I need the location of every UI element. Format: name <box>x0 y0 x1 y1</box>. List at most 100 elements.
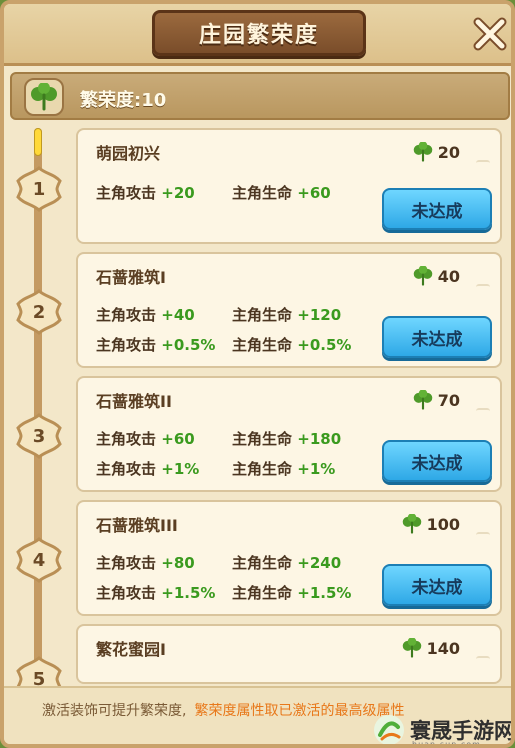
watermark: 寰晟手游网 huan-sun.com <box>372 708 511 748</box>
stat-value: +0.5% <box>161 336 216 354</box>
not-achieved-button[interactable]: 未达成 <box>382 316 492 358</box>
card-decoration <box>476 532 490 538</box>
tier-number: 3 <box>32 425 46 447</box>
not-achieved-button[interactable]: 未达成 <box>382 440 492 482</box>
close-icon <box>473 17 507 51</box>
tier-number: 2 <box>32 301 46 323</box>
hp-stat: 主角生命 +1% <box>232 458 335 479</box>
stat-value: +80 <box>161 554 195 572</box>
prosperity-header: 繁荣度:10 <box>10 72 510 120</box>
clover-badge <box>24 78 64 116</box>
stat-label: 主角生命 <box>232 554 293 572</box>
tier-card: 繁花蜜园I 140 <box>76 624 502 684</box>
tier-node: 4 <box>16 537 62 583</box>
progress-fill <box>34 128 42 156</box>
attack-stat: 主角攻击 +20 <box>96 182 195 203</box>
stat-label: 主角生命 <box>232 306 293 324</box>
tier-card: 石蔷雅筑III 100 主角攻击 +80 主角生命 +240 主角攻击 +1.5% 主角生… <box>76 500 502 616</box>
attack-stat: 主角攻击 +1.5% <box>96 582 215 603</box>
progress-track <box>34 128 42 688</box>
card-decoration <box>476 656 490 662</box>
stat-label: 主角生命 <box>232 584 293 602</box>
footer-hint: 激活装饰可提升繁荣度, 繁荣度属性取已激活的最高级属性 <box>42 700 404 720</box>
attack-stat: 主角攻击 +1% <box>96 458 199 479</box>
stat-value: +1.5% <box>161 584 216 602</box>
stat-label: 主角攻击 <box>96 460 157 478</box>
stat-value: +60 <box>161 430 195 448</box>
stat-value: +20 <box>161 184 195 202</box>
hp-stat: 主角生命 +180 <box>232 428 341 449</box>
tier-name: 石蔷雅筑II <box>96 392 172 411</box>
watermark-logo-icon <box>374 715 404 744</box>
stat-label: 主角攻击 <box>96 584 157 602</box>
close-button[interactable] <box>470 14 510 54</box>
tier-cost: 20 <box>412 142 460 162</box>
clover-icon <box>413 142 433 162</box>
stat-label: 主角生命 <box>232 430 293 448</box>
tier-node: 1 <box>16 166 62 212</box>
tier-cost-value: 20 <box>437 142 460 162</box>
stat-label: 主角攻击 <box>96 336 157 354</box>
not-achieved-button[interactable]: 未达成 <box>382 564 492 606</box>
footer-hint-text: 激活装饰可提升繁荣度, <box>42 703 187 719</box>
stat-label: 主角攻击 <box>96 430 157 448</box>
card-decoration <box>476 160 490 166</box>
tier-cost: 140 <box>401 638 460 658</box>
attack-stat: 主角攻击 +80 <box>96 552 195 573</box>
tier-name: 石蔷雅筑III <box>96 516 178 535</box>
hp-stat: 主角生命 +0.5% <box>232 334 351 355</box>
attack-stat: 主角攻击 +0.5% <box>96 334 215 355</box>
tier-cost-value: 100 <box>426 514 460 534</box>
stat-value: +60 <box>297 184 331 202</box>
prosperity-panel: 庄园繁荣度 繁荣度:10 1 萌园初兴 20 主角攻击 +20 主角生命 +60 未达成 2… <box>0 0 515 748</box>
stat-label: 主角攻击 <box>96 554 157 572</box>
tier-cost-value: 70 <box>437 390 460 410</box>
hp-stat: 主角生命 +240 <box>232 552 341 573</box>
stat-label: 主角生命 <box>232 336 293 354</box>
clover-icon <box>31 83 57 111</box>
not-achieved-button[interactable]: 未达成 <box>382 188 492 230</box>
tier-cost-value: 40 <box>437 266 460 286</box>
card-decoration <box>476 284 490 290</box>
tier-node: 3 <box>16 413 62 459</box>
hp-stat: 主角生命 +120 <box>232 304 341 325</box>
attack-stat: 主角攻击 +40 <box>96 304 195 325</box>
title-plaque: 庄园繁荣度 <box>152 10 366 56</box>
clover-icon <box>413 266 433 286</box>
stat-value: +120 <box>297 306 342 324</box>
stat-value: +180 <box>297 430 342 448</box>
tier-number: 4 <box>32 549 46 571</box>
stat-label: 主角攻击 <box>96 184 157 202</box>
tier-cost-value: 140 <box>426 638 460 658</box>
tier-card: 萌园初兴 20 主角攻击 +20 主角生命 +60 未达成 <box>76 128 502 244</box>
tier-card: 石蔷雅筑II 70 主角攻击 +60 主角生命 +180 主角攻击 +1% 主角生命 +1… <box>76 376 502 492</box>
tier-name: 萌园初兴 <box>96 144 161 163</box>
stat-value: +0.5% <box>297 336 352 354</box>
tier-name: 繁花蜜园I <box>96 640 166 659</box>
attack-stat: 主角攻击 +60 <box>96 428 195 449</box>
stat-value: +1% <box>161 460 200 478</box>
hp-stat: 主角生命 +1.5% <box>232 582 351 603</box>
hp-stat: 主角生命 +60 <box>232 182 331 203</box>
stat-label: 主角攻击 <box>96 306 157 324</box>
clover-icon <box>413 390 433 410</box>
tier-cost: 40 <box>412 266 460 286</box>
stat-value: +40 <box>161 306 195 324</box>
tier-node: 2 <box>16 289 62 335</box>
tier-card: 石蔷雅筑I 40 主角攻击 +40 主角生命 +120 主角攻击 +0.5% 主角生命 +… <box>76 252 502 368</box>
card-decoration <box>476 408 490 414</box>
clover-icon <box>402 638 421 658</box>
clover-icon <box>402 514 421 534</box>
stat-label: 主角生命 <box>232 460 293 478</box>
tier-number: 1 <box>32 178 46 200</box>
panel-title: 庄园繁荣度 <box>198 23 319 48</box>
stat-value: +1.5% <box>297 584 352 602</box>
tier-cost: 100 <box>401 514 460 534</box>
prosperity-value: 繁荣度:10 <box>80 90 167 111</box>
tier-name: 石蔷雅筑I <box>96 268 166 287</box>
stat-label: 主角生命 <box>232 184 293 202</box>
tier-cost: 70 <box>412 390 460 410</box>
stat-value: +240 <box>297 554 342 572</box>
stat-value: +1% <box>297 460 336 478</box>
watermark-url: huan-sun.com <box>412 740 481 748</box>
